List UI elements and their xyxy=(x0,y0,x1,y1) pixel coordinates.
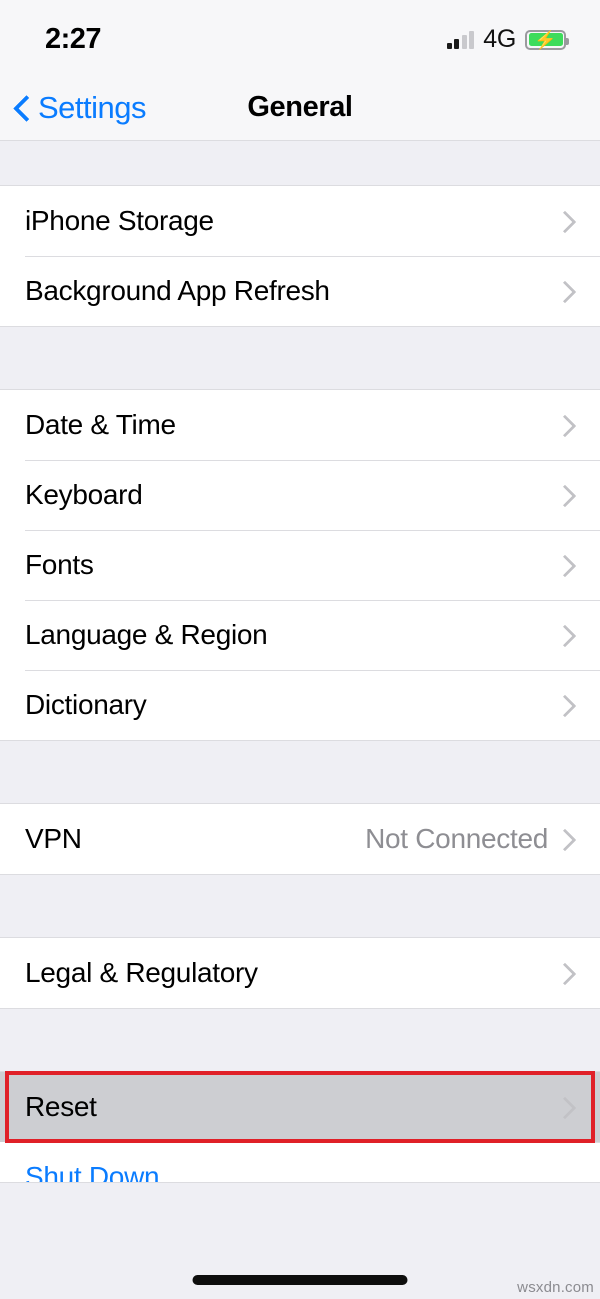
section-gap xyxy=(0,1009,600,1071)
battery-charging-icon: ⚡ xyxy=(525,29,569,50)
section-reset: Reset Shut Down xyxy=(0,1071,600,1182)
navigation-bar: Settings General xyxy=(0,75,600,141)
list-item-legal-regulatory[interactable]: Legal & Regulatory xyxy=(0,938,600,1008)
chevron-right-icon xyxy=(562,623,576,648)
list-item-background-app-refresh[interactable]: Background App Refresh xyxy=(0,256,600,326)
list-item-label: Shut Down xyxy=(25,1161,160,1182)
chevron-right-icon xyxy=(562,693,576,718)
watermark: wsxdn.com xyxy=(517,1279,594,1296)
section-legal: Legal & Regulatory xyxy=(0,937,600,1009)
list-item-vpn[interactable]: VPN Not Connected xyxy=(0,804,600,874)
status-bar: 2:27 4G ⚡ xyxy=(0,0,600,75)
status-bar-indicators: 4G ⚡ xyxy=(446,25,569,53)
section-storage: iPhone Storage Background App Refresh xyxy=(0,185,600,327)
chevron-left-icon xyxy=(14,94,30,122)
list-item-language-region[interactable]: Language & Region xyxy=(0,600,600,670)
iphone-settings-screen: 2:27 4G ⚡ Settings General iPhone Storag… xyxy=(0,0,600,1299)
chevron-right-icon xyxy=(562,827,576,852)
list-item-label: iPhone Storage xyxy=(25,205,214,236)
list-item-fonts[interactable]: Fonts xyxy=(0,530,600,600)
network-type-label: 4G xyxy=(483,25,516,53)
list-item-date-time[interactable]: Date & Time xyxy=(0,390,600,460)
chevron-right-icon xyxy=(562,961,576,986)
list-item-iphone-storage[interactable]: iPhone Storage xyxy=(0,186,600,256)
list-item-label: Dictionary xyxy=(25,689,147,720)
section-system: Date & Time Keyboard Fonts Language & Re… xyxy=(0,389,600,741)
chevron-right-icon xyxy=(562,413,576,438)
section-gap xyxy=(0,141,600,185)
section-gap xyxy=(0,327,600,389)
home-indicator[interactable] xyxy=(192,1275,408,1285)
vpn-status-value: Not Connected xyxy=(365,823,548,854)
settings-list[interactable]: iPhone Storage Background App Refresh Da… xyxy=(0,141,600,1182)
section-gap xyxy=(0,741,600,803)
list-item-keyboard[interactable]: Keyboard xyxy=(0,460,600,530)
list-item-label: Reset xyxy=(25,1091,97,1122)
status-bar-time: 2:27 xyxy=(45,23,102,55)
section-gap xyxy=(0,875,600,937)
list-item-label: Language & Region xyxy=(25,619,268,650)
list-item-reset[interactable]: Reset xyxy=(0,1072,600,1142)
back-button[interactable]: Settings xyxy=(0,89,147,126)
chevron-right-icon xyxy=(562,209,576,234)
section-vpn: VPN Not Connected xyxy=(0,803,600,875)
list-item-label: Background App Refresh xyxy=(25,275,330,306)
list-item-dictionary[interactable]: Dictionary xyxy=(0,670,600,740)
chevron-right-icon xyxy=(562,483,576,508)
list-item-shut-down[interactable]: Shut Down xyxy=(0,1142,600,1182)
chevron-right-icon xyxy=(562,279,576,304)
list-item-label: Date & Time xyxy=(25,409,176,440)
list-item-label: Legal & Regulatory xyxy=(25,957,258,988)
chevron-right-icon xyxy=(562,553,576,578)
signal-bars-icon xyxy=(446,30,475,49)
list-item-label: VPN xyxy=(25,823,82,854)
list-item-label: Keyboard xyxy=(25,479,143,510)
back-button-label: Settings xyxy=(38,89,147,125)
list-item-label: Fonts xyxy=(25,549,94,580)
bottom-bar: wsxdn.com xyxy=(0,1182,600,1299)
chevron-right-icon xyxy=(562,1095,576,1120)
